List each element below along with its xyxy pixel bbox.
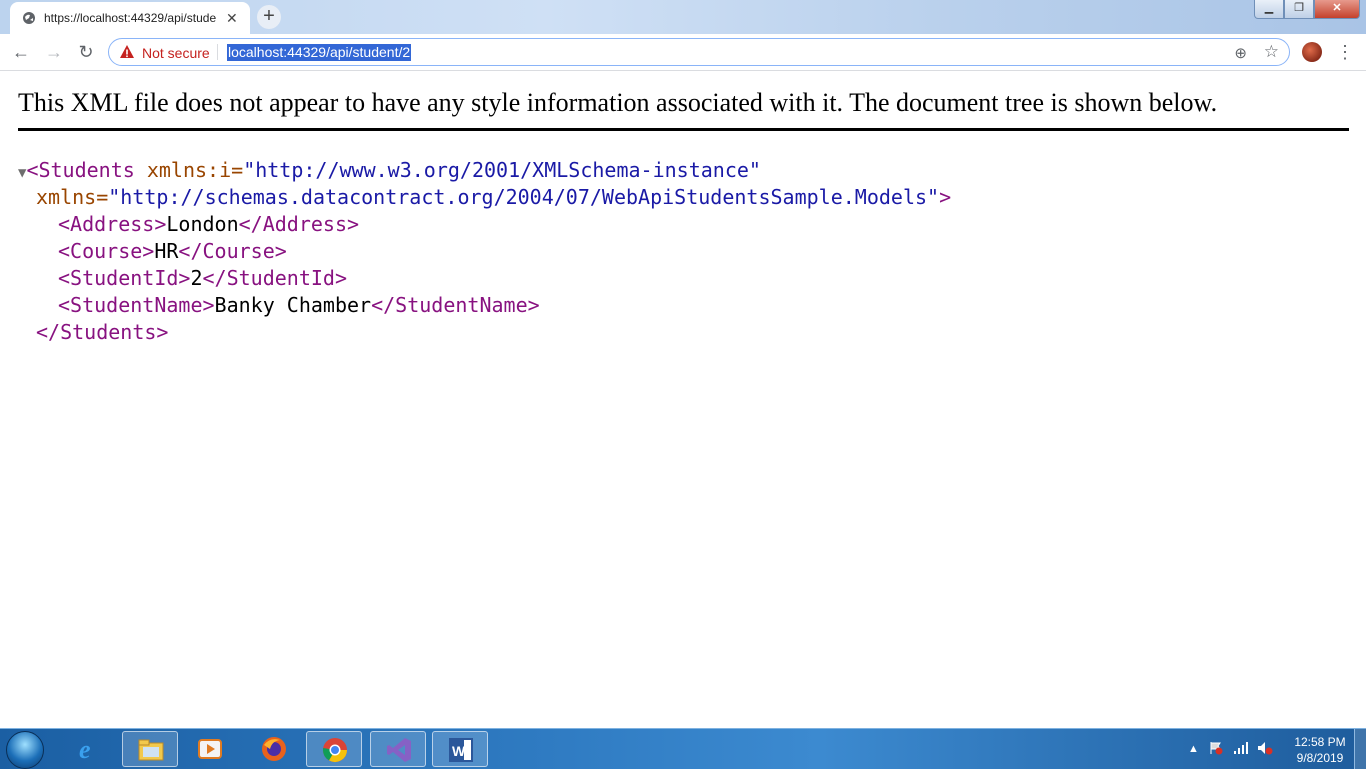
xml-root-attr-line: xmlns="http://schemas.datacontract.org/2…	[36, 184, 951, 211]
internet-explorer-icon: e	[79, 735, 91, 763]
network-signal-icon[interactable]	[1233, 741, 1249, 755]
banner-rule	[18, 128, 1349, 131]
reload-button[interactable]: ↻	[75, 41, 97, 63]
chrome-icon	[323, 738, 347, 763]
xml-tag: <Students	[26, 158, 135, 182]
security-status[interactable]: Not secure	[142, 45, 210, 61]
chrome-taskbar-button[interactable]	[306, 731, 362, 767]
xml-tag: </Course>	[178, 239, 287, 263]
tab-close-icon[interactable]: ✕	[226, 10, 238, 27]
xml-studentid-line: <StudentId>2</StudentId>	[58, 265, 347, 292]
xml-attr-value: "http://www.w3.org/2001/XMLSchema-instan…	[243, 158, 761, 182]
browser-tab[interactable]: https://localhost:44329/api/stude ✕	[10, 2, 250, 34]
xml-text: HR	[154, 239, 179, 263]
xml-tag: </Address>	[238, 212, 360, 236]
start-button[interactable]	[6, 731, 44, 769]
new-tab-button[interactable]: +	[257, 5, 281, 29]
tab-strip: https://localhost:44329/api/stude ✕ + ▁ …	[0, 0, 1366, 34]
xml-root-close-line: </Students>	[36, 319, 168, 346]
address-bar[interactable]: Not secure localhost:44329/api/student/2…	[108, 38, 1290, 66]
globe-icon	[23, 12, 35, 24]
volume-muted-icon[interactable]	[1257, 741, 1273, 755]
xml-attr-name: xmlns=	[36, 185, 109, 209]
xml-text: 2	[190, 266, 203, 290]
explorer-taskbar-button[interactable]	[122, 731, 178, 767]
clock-date[interactable]: 9/8/2019	[1290, 751, 1350, 765]
bookmark-star-icon[interactable]: ☆	[1264, 42, 1279, 62]
xml-address-line: <Address>London</Address>	[58, 211, 359, 238]
xml-tag: >	[939, 185, 952, 209]
close-window-button[interactable]: ✕	[1314, 0, 1360, 19]
browser-toolbar: ← → ↻ Not secure localhost:44329/api/stu…	[0, 34, 1366, 71]
xml-tag: <Course>	[58, 239, 155, 263]
show-hidden-icons[interactable]: ▲	[1188, 743, 1199, 755]
word-taskbar-button[interactable]: W	[432, 731, 488, 767]
tab-title: https://localhost:44329/api/stude	[44, 11, 217, 25]
warning-icon[interactable]	[119, 44, 135, 60]
firefox-taskbar-button[interactable]	[246, 731, 302, 767]
menu-icon[interactable]: ⋮	[1336, 41, 1354, 63]
svg-text:W: W	[452, 743, 466, 759]
media-player-icon	[198, 739, 222, 759]
xml-course-line: <Course>HR</Course>	[58, 238, 287, 265]
xml-tag: </Students>	[36, 320, 169, 344]
divider	[217, 44, 218, 60]
xml-tag: </StudentName>	[371, 293, 540, 317]
forward-button[interactable]: →	[43, 41, 65, 63]
firefox-icon	[262, 737, 286, 761]
xml-text: London	[166, 212, 239, 236]
xml-tag: <StudentName>	[58, 293, 215, 317]
xml-attr-value: "http://schemas.datacontract.org/2004/07…	[108, 185, 940, 209]
zoom-icon[interactable]: ⊕	[1234, 44, 1247, 62]
xml-text: Banky Chamber	[214, 293, 372, 317]
profile-avatar[interactable]	[1302, 42, 1322, 62]
xml-tag: <Address>	[58, 212, 167, 236]
svg-text:e: e	[79, 735, 91, 763]
word-icon: W	[449, 738, 473, 762]
ie-taskbar-button[interactable]: e	[62, 731, 118, 767]
visual-studio-taskbar-button[interactable]	[370, 731, 426, 767]
xml-attr-name: xmlns:i=	[134, 158, 244, 182]
xml-studentname-line: <StudentName>Banky Chamber</StudentName>	[58, 292, 540, 319]
windows-taskbar: e W ▲ 12:58 PM 9/8/2019	[0, 728, 1366, 769]
minimize-button[interactable]: ▁	[1254, 0, 1284, 19]
xml-tag: <StudentId>	[58, 266, 191, 290]
url-text[interactable]: localhost:44329/api/student/2	[227, 44, 412, 61]
maximize-button[interactable]: ❐	[1284, 0, 1314, 19]
visual-studio-icon	[387, 738, 411, 762]
xml-root-open-line: ▼<Students xmlns:i="http://www.w3.org/20…	[18, 157, 761, 187]
media-player-taskbar-button[interactable]	[182, 731, 238, 767]
folder-icon	[138, 739, 164, 761]
xml-info-banner: This XML file does not appear to have an…	[18, 88, 1218, 117]
action-center-flag-icon[interactable]	[1209, 741, 1223, 755]
xml-tag: </StudentId>	[202, 266, 348, 290]
clock-time[interactable]: 12:58 PM	[1290, 735, 1350, 749]
back-button[interactable]: ←	[10, 41, 32, 63]
window-controls: ▁ ❐ ✕	[1254, 0, 1360, 20]
show-desktop-button[interactable]	[1354, 729, 1366, 769]
